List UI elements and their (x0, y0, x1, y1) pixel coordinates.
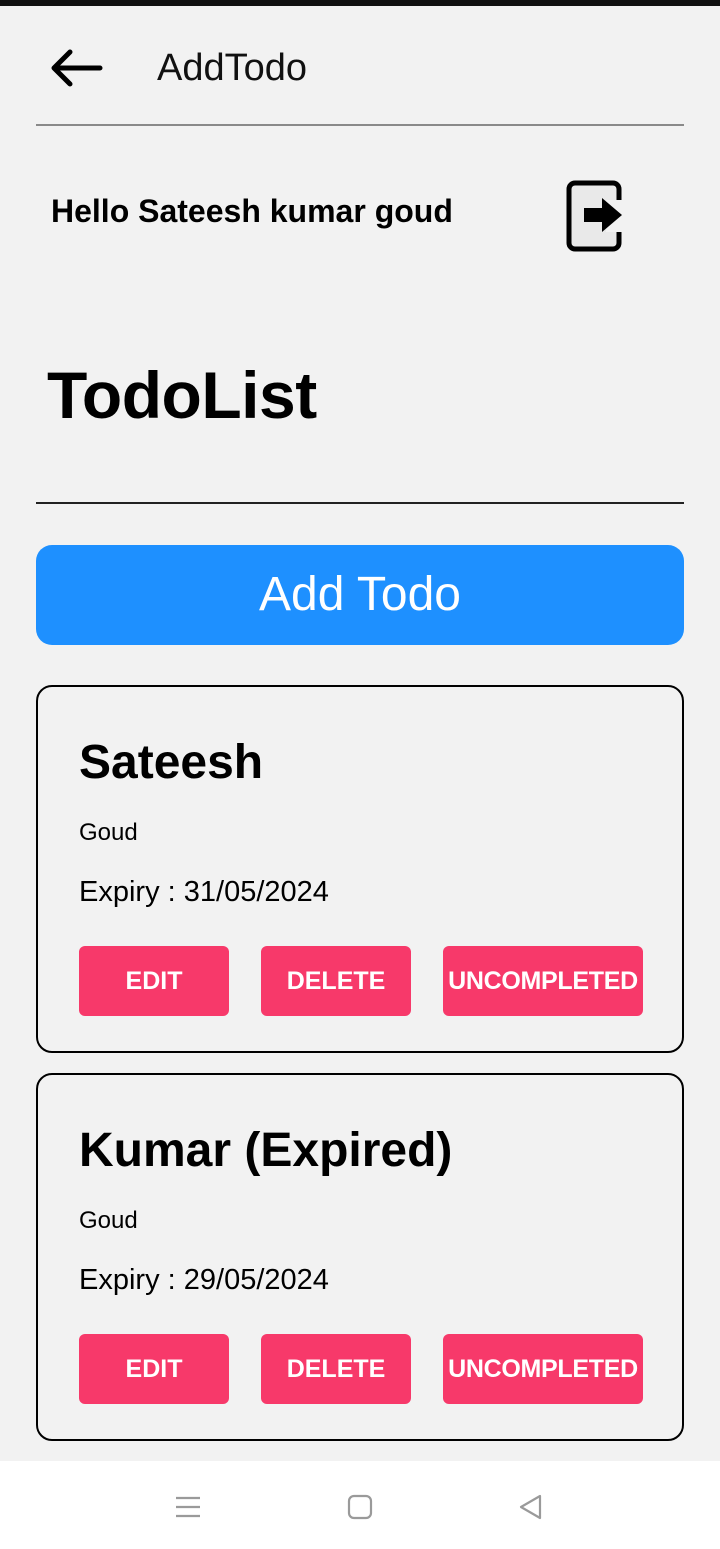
arrow-left-icon (51, 49, 103, 87)
greeting-text: Hello Sateesh kumar goud (51, 193, 453, 229)
header-divider (36, 124, 684, 126)
back-triangle-icon (519, 1494, 542, 1520)
delete-button[interactable]: DELETE (261, 1334, 411, 1404)
delete-button[interactable]: DELETE (261, 946, 411, 1016)
edit-button[interactable]: EDIT (79, 946, 229, 1016)
uncompleted-button[interactable]: UNCOMPLETED (443, 1334, 643, 1404)
expiry-date: 31/05/2024 (183, 876, 329, 908)
system-back-button[interactable] (510, 1487, 550, 1527)
todo-card: Kumar (Expired) Goud Expiry : 29/05/2024… (36, 1073, 684, 1441)
logout-button[interactable] (566, 180, 626, 252)
app-header: AddTodo (0, 6, 720, 124)
todo-list-heading: TodoList (47, 358, 317, 432)
recents-button[interactable] (168, 1487, 208, 1527)
home-square-icon (347, 1494, 373, 1520)
uncompleted-button[interactable]: UNCOMPLETED (443, 946, 643, 1016)
page-title: AddTodo (157, 47, 308, 89)
todo-description: Goud (79, 819, 138, 846)
edit-button[interactable]: EDIT (79, 1334, 229, 1404)
menu-icon (176, 1496, 200, 1518)
logout-icon (566, 180, 622, 252)
expiry-label: Expiry : (79, 1264, 184, 1296)
todo-expiry: Expiry : 31/05/2024 (79, 875, 329, 909)
system-nav-bar (0, 1461, 720, 1549)
todo-title: Sateesh (79, 736, 264, 789)
expiry-date: 29/05/2024 (183, 1264, 329, 1296)
todo-title: Kumar (Expired) (79, 1124, 453, 1177)
home-button[interactable] (340, 1487, 380, 1527)
add-todo-button[interactable]: Add Todo (36, 545, 684, 645)
expiry-label: Expiry : (79, 876, 184, 908)
back-button[interactable] (40, 38, 110, 98)
todo-expiry: Expiry : 29/05/2024 (79, 1263, 329, 1297)
todo-description: Goud (79, 1207, 138, 1234)
list-divider (36, 502, 684, 504)
todo-card: Sateesh Goud Expiry : 31/05/2024 EDIT DE… (36, 685, 684, 1053)
